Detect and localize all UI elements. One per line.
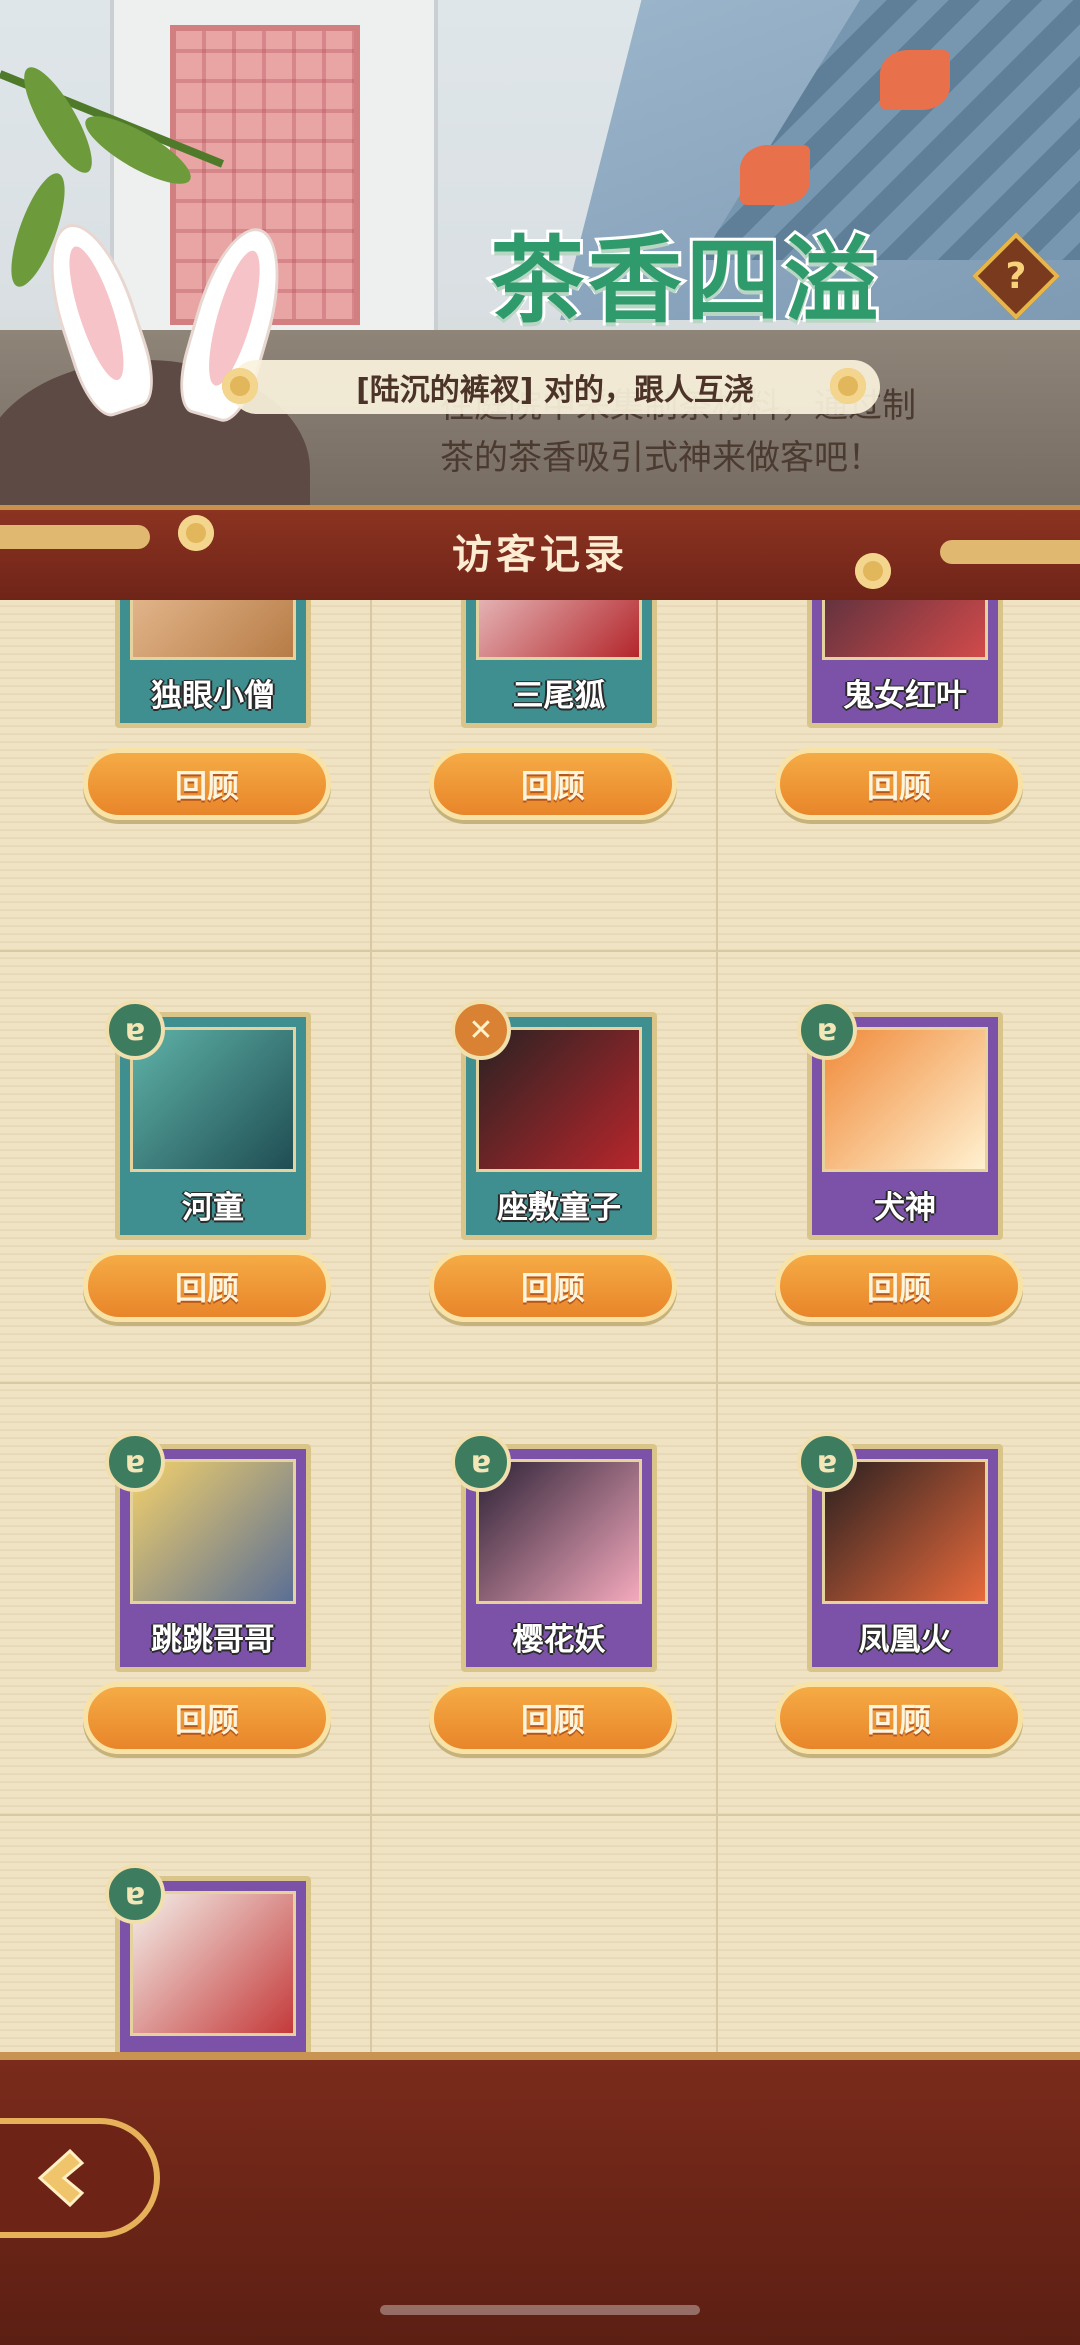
event-title: 茶香四溢 [487,224,883,339]
maple-leaf-decoration [740,145,810,205]
visitor-grid[interactable]: 独眼小僧 回顾 三尾狐 回顾 鬼女红叶 回顾 ɐ 河童 回顾 ✕ 座敷童子 回顾 [0,600,1080,2055]
visitor-cell: ɐ 樱花妖 回顾 [359,1432,703,1864]
visitor-cell: 独眼小僧 回顾 [13,600,357,820]
review-button[interactable]: 回顾 [83,1250,331,1322]
review-button[interactable]: 回顾 [429,1250,677,1322]
axe-icon: ɐ [797,1432,857,1492]
visitor-cell: 三尾狐 回顾 [359,600,703,820]
visitor-name: 座敷童子 [497,1190,621,1226]
back-button[interactable] [0,2118,160,2238]
visitor-cell: ɐ 河童 回顾 [13,1000,357,1432]
visitor-name: 凤凰火 [858,1622,952,1658]
visitor-name: 犬神 [874,1190,936,1226]
visitor-name: 樱花妖 [512,1622,606,1658]
bottom-bar [0,2052,1080,2345]
visitor-name: 跳跳哥哥 [151,1622,275,1658]
visitor-cell: ✕ 座敷童子 回顾 [359,1000,703,1432]
axe-icon: ɐ [451,1432,511,1492]
axe-icon: ɐ [105,1000,165,1060]
visitor-name: 河童 [182,1190,244,1226]
visitor-card: 鬼女红叶 [807,600,1003,728]
visitor-cell: ɐ 犬神 回顾 [705,1000,1049,1432]
question-icon[interactable]: ? [985,245,1047,307]
visitor-cell: 鬼女红叶 回顾 [705,600,1049,820]
review-button[interactable]: 回顾 [775,1682,1023,1754]
flower-icon [830,368,866,404]
visitor-cell: ɐ [13,1864,357,2055]
panel-title: 访客记录 [452,532,628,578]
visitor-name: 鬼女红叶 [843,678,967,714]
axe-icon: ɐ [105,1864,165,1924]
grid-divider [0,950,1080,952]
home-indicator [380,2305,700,2315]
axe-icon: ɐ [797,1000,857,1060]
review-button[interactable]: 回顾 [775,1250,1023,1322]
visitor-card: 三尾狐 [461,600,657,728]
visitor-name: 三尾狐 [512,678,606,714]
back-arrow-icon [37,2148,85,2208]
visitor-portrait [476,600,642,660]
visitor-cell: ɐ 跳跳哥哥 回顾 [13,1432,357,1864]
maple-leaf-decoration [880,50,950,110]
visitor-card: 独眼小僧 [115,600,311,728]
review-button[interactable]: 回顾 [83,1682,331,1754]
flower-icon [222,368,258,404]
chat-bubble: [陆沉的裤衩] 对的，跟人互浇 [230,360,880,414]
review-button[interactable]: 回顾 [429,1682,677,1754]
review-button[interactable]: 回顾 [429,748,677,820]
description-line-2: 茶的茶香吸引式神来做客吧！ [440,438,882,478]
axe-icon: ɐ [105,1432,165,1492]
visitor-name: 独眼小僧 [151,678,275,714]
review-button[interactable]: 回顾 [83,748,331,820]
review-button[interactable]: 回顾 [775,748,1023,820]
crossed-swords-icon: ✕ [451,1000,511,1060]
visitor-cell: ɐ 凤凰火 回顾 [705,1432,1049,1864]
visitor-portrait [822,600,988,660]
visitor-portrait [130,600,296,660]
